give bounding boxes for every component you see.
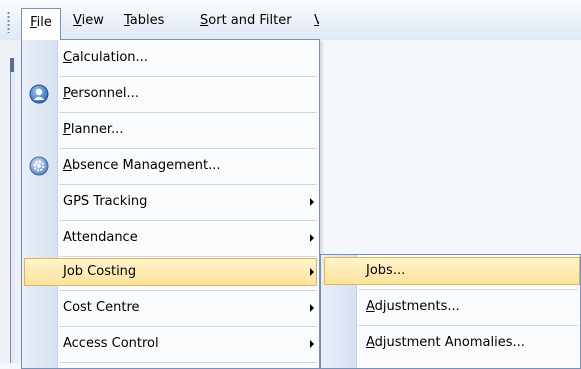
menu-separator — [59, 112, 317, 113]
menu-item-access-control[interactable]: Access Control — [22, 328, 319, 360]
file-dropdown-menu: Calculation... Personnel... Planner... A… — [21, 39, 320, 369]
submenu-arrow-icon — [310, 304, 314, 312]
job-costing-submenu: Jobs... Adjustments... Adjustment Anomal… — [320, 254, 581, 369]
menu-item-planner[interactable]: Planner... — [22, 114, 319, 146]
submenu-arrow-icon — [310, 268, 314, 276]
menu-item-gps-tracking-label: GPS Tracking — [63, 194, 148, 209]
menu-item-cost-centre[interactable]: Cost Centre — [22, 292, 319, 324]
submenu-item-jobs[interactable]: Jobs... — [321, 255, 580, 287]
menu-item-personnel-label: Personnel... — [63, 86, 139, 101]
menu-item-absence-management-label: Absence Management... — [63, 158, 221, 173]
menu-view-label: iew — [81, 13, 104, 28]
menu-view[interactable]: View — [70, 8, 107, 34]
menu-clipped-label: V — [314, 13, 319, 28]
submenu-item-adjustment-anomalies-label: Adjustment Anomalies... — [366, 335, 525, 350]
menu-item-access-control-label: Access Control — [63, 336, 159, 351]
menu-item-absence-management[interactable]: Absence Management... — [22, 150, 319, 182]
menu-item-personnel[interactable]: Personnel... — [22, 78, 319, 110]
personnel-icon — [29, 84, 49, 104]
menu-bar: File View Tables Sort and Filter V — [0, 0, 581, 40]
menu-item-attendance[interactable]: Attendance — [22, 222, 319, 254]
menu-clipped[interactable]: V — [314, 8, 319, 34]
submenu-item-adjustments-label: Adjustments... — [366, 299, 460, 314]
menu-separator — [59, 326, 317, 327]
submenu-item-adjustments[interactable]: Adjustments... — [321, 291, 580, 323]
menu-item-attendance-label: Attendance — [63, 230, 138, 245]
main-window-edge — [0, 40, 21, 363]
submenu-item-adjustment-anomalies[interactable]: Adjustment Anomalies... — [321, 327, 580, 359]
menu-item-job-costing[interactable]: Job Costing — [22, 256, 319, 288]
menu-item-planner-label: Planner... — [63, 122, 124, 137]
submenu-arrow-icon — [310, 234, 314, 242]
absence-management-icon — [29, 156, 49, 176]
submenu-arrow-icon — [310, 198, 314, 206]
submenu-arrow-icon — [310, 340, 314, 348]
submenu-item-jobs-label: Jobs... — [366, 263, 406, 278]
menu-sort-and-filter[interactable]: Sort and Filter — [197, 8, 295, 34]
window-frame-edge — [10, 58, 15, 363]
menu-item-calculation[interactable]: Calculation... — [22, 42, 319, 74]
menu-tables-label: ables — [129, 13, 165, 28]
menu-item-calculation-label: Calculation... — [63, 50, 148, 65]
menu-separator — [59, 148, 317, 149]
window-frame-marker — [10, 58, 14, 72]
menu-tables[interactable]: Tables — [121, 8, 167, 34]
menu-item-job-costing-label: Job Costing — [63, 264, 137, 279]
menu-separator — [358, 289, 578, 290]
menu-item-cost-centre-label: Cost Centre — [63, 300, 140, 315]
menu-item-gps-tracking[interactable]: GPS Tracking — [22, 186, 319, 218]
menu-separator — [59, 184, 317, 185]
menu-separator — [358, 325, 578, 326]
menu-view-accel: V — [73, 13, 82, 28]
menu-separator — [59, 290, 317, 291]
menu-sort-label: ort and Filter — [208, 13, 292, 28]
menu-file[interactable]: File — [21, 8, 61, 40]
toolbar-grip[interactable] — [7, 11, 10, 33]
menu-separator — [59, 220, 317, 221]
menu-separator — [59, 76, 317, 77]
menu-file-label: ile — [36, 15, 52, 30]
